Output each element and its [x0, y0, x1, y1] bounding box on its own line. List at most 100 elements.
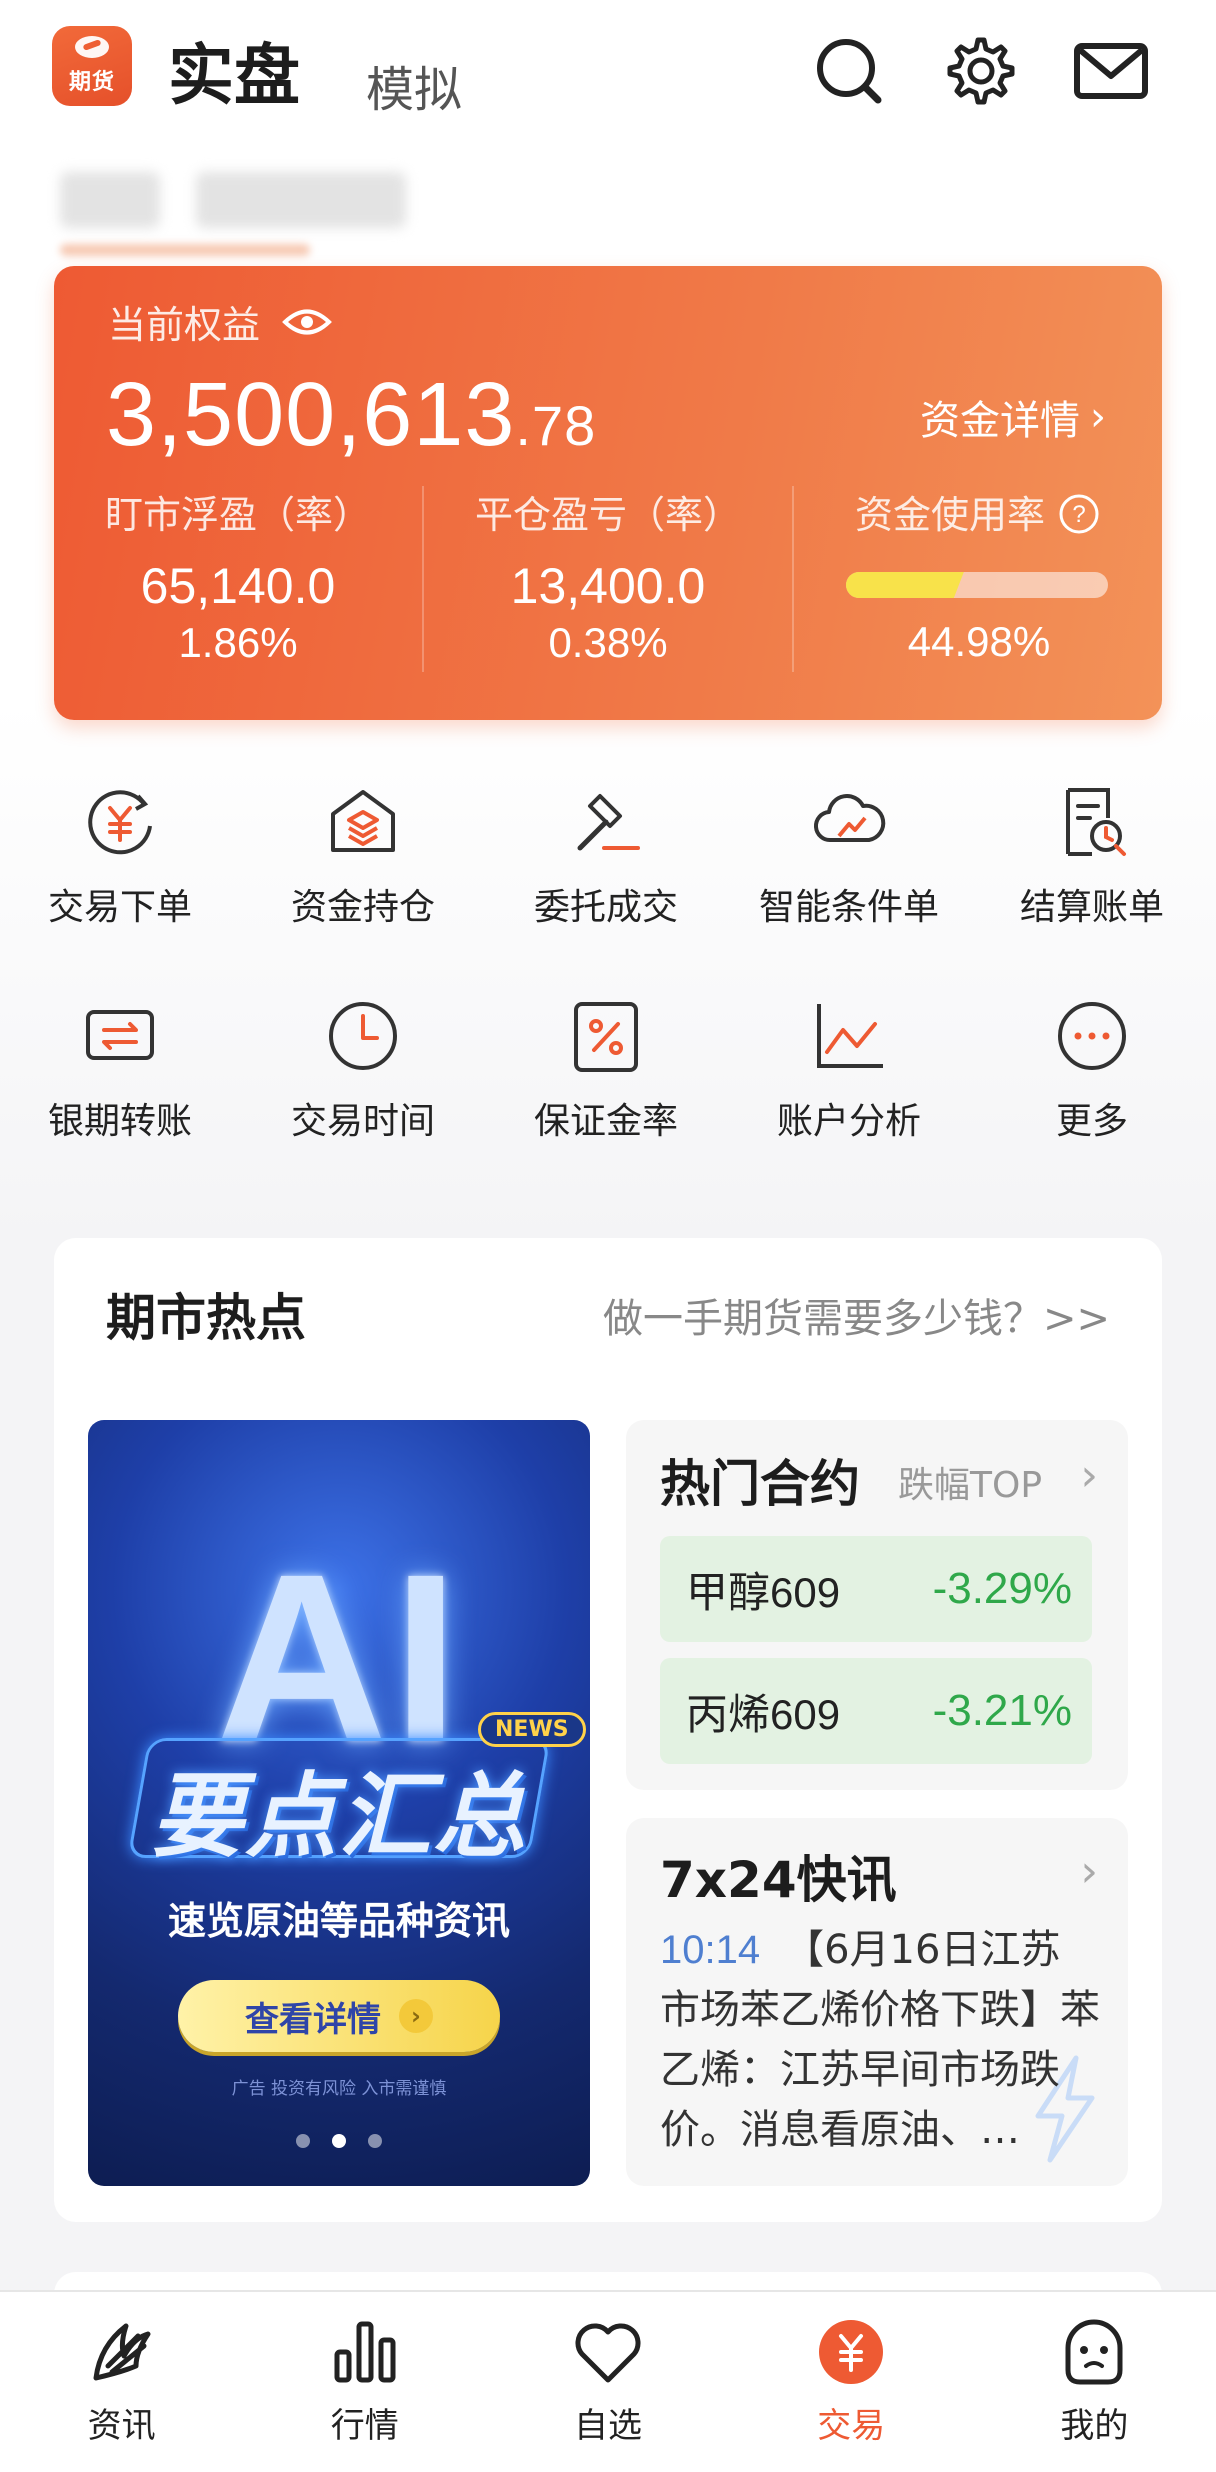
hotspot-title: 期市热点: [106, 1289, 306, 1347]
metric-rate: 0.38%: [548, 619, 668, 666]
hot-contracts-title: 热门合约: [660, 1455, 860, 1513]
metric-value: 65,140.0: [140, 558, 336, 614]
view-details-label: 查看详情: [245, 1999, 381, 2040]
equity-value: 3,500,613.78: [106, 364, 596, 467]
face-icon: [1065, 2319, 1123, 2385]
shortcut-label: 交易下单: [47, 887, 192, 928]
contract-row[interactable]: 甲醇609 -3.29%: [660, 1536, 1092, 1642]
app-logo: 期货: [52, 26, 132, 106]
heart-icon: [575, 2323, 641, 2383]
bottom-nav: 资讯 行情 自选 交易 我的: [0, 2290, 1216, 2472]
bill-search-icon: [1066, 788, 1126, 856]
banner-heading: 要点汇总: [150, 1763, 527, 1870]
shortcut-place-order[interactable]: 交易下单: [10, 782, 230, 930]
account-underline: [60, 244, 310, 256]
more-icon: [1058, 1002, 1126, 1070]
hot-contracts-subtitle: 跌幅TOP: [898, 1465, 1043, 1506]
news-icon: [93, 2323, 151, 2381]
gear-icon[interactable]: [942, 32, 1020, 110]
flash-news-panel[interactable]: 7x24快讯 › 10:14 【6月16日江苏市场苯乙烯价格下跌】苯乙烯：江苏早间…: [626, 1818, 1128, 2186]
metric-rate: 1.86%: [178, 619, 298, 666]
account-id-blurred: [60, 172, 160, 228]
contract-name: 丙烯609: [686, 1690, 841, 1738]
view-details-button[interactable]: 查看详情 ›: [178, 1980, 500, 2052]
cloud-chart-icon: [813, 794, 886, 843]
shortcut-smart-condition[interactable]: 智能条件单: [739, 782, 959, 930]
contract-change: -3.21%: [932, 1686, 1072, 1735]
nav-profile[interactable]: 我的: [973, 2292, 1216, 2472]
shortcut-label: 交易时间: [290, 1101, 435, 1142]
banner-subtitle: 速览原油等品种资讯: [167, 1899, 510, 1943]
eye-icon[interactable]: [282, 305, 332, 339]
fund-details-label: 资金详情: [920, 398, 1080, 444]
shortcut-label: 更多: [1055, 1101, 1128, 1142]
fund-usage-value: 44.98%: [907, 618, 1051, 665]
carousel-dot[interactable]: [296, 2134, 310, 2148]
shortcut-bank-transfer[interactable]: 银期转账: [10, 996, 230, 1144]
nav-news[interactable]: 资讯: [0, 2292, 243, 2472]
equity-value-int: 3,500,613: [106, 365, 516, 465]
shortcut-account-analysis[interactable]: 账户分析: [739, 996, 959, 1144]
nav-trade[interactable]: 交易: [730, 2292, 973, 2472]
line-chart-icon: [817, 1004, 883, 1068]
logo-text: 期货: [68, 70, 115, 95]
chevron-right-icon: ›: [1090, 394, 1106, 440]
fund-usage-fill: [846, 572, 964, 598]
metric-title: 资金使用率: [854, 493, 1045, 537]
metric-fund-usage: 资金使用率 ?: [794, 484, 1162, 539]
nav-label: 交易: [817, 2406, 886, 2446]
carousel-dot-active[interactable]: [332, 2134, 346, 2148]
nav-watchlist[interactable]: 自选: [486, 2292, 729, 2472]
equity-label: 当前权益: [108, 303, 261, 347]
bar-chart-icon: [334, 2321, 396, 2383]
promo-banner[interactable]: AI 要点汇总 NEWS 速览原油等品种资讯 查看详情 › 广告 投资有风险 入…: [88, 1420, 590, 2186]
clock-icon: [329, 1002, 397, 1070]
layers-house-icon: [331, 790, 395, 852]
shortcut-label: 智能条件单: [758, 887, 939, 928]
shortcut-margin-rate[interactable]: 保证金率: [496, 996, 716, 1144]
metric-title: 盯市浮盈（率）: [104, 493, 371, 537]
hotspot-faq-link[interactable]: 做一手期货需要多少钱？>>: [603, 1286, 1110, 1344]
contract-row[interactable]: 丙烯609 -3.21%: [660, 1658, 1092, 1764]
tab-simulated-trading[interactable]: 模拟: [366, 50, 462, 120]
usage-title-row: 资金使用率 ?: [794, 484, 1162, 539]
hot-contracts-panel[interactable]: 热门合约 跌幅TOP › 甲醇609 -3.29% 丙烯609 -3.21%: [626, 1420, 1128, 1790]
carousel-dots: [88, 2134, 590, 2148]
shortcut-label: 账户分析: [776, 1101, 921, 1142]
tab-real-trading[interactable]: 实盘: [168, 22, 300, 118]
carousel-dot[interactable]: [368, 2134, 382, 2148]
shortcut-funds-positions[interactable]: 资金持仓: [253, 782, 473, 930]
nav-label: 我的: [1060, 2406, 1129, 2446]
risk-disclaimer: 广告 投资有风险 入市需谨慎: [231, 2079, 447, 2099]
yuan-coin-icon: [819, 2320, 884, 2384]
nav-label: 资讯: [87, 2406, 156, 2446]
metric-value: 13,400.0: [510, 558, 706, 614]
contract-change: -3.29%: [932, 1564, 1072, 1613]
equity-value-dec: .78: [515, 394, 597, 457]
shortcut-more[interactable]: 更多: [982, 996, 1202, 1144]
shortcut-orders-fills[interactable]: 委托成交: [496, 782, 716, 930]
nav-market[interactable]: 行情: [243, 2292, 486, 2472]
shortcut-label: 资金持仓: [290, 887, 435, 928]
shortcut-trading-hours[interactable]: 交易时间: [253, 996, 473, 1144]
metric-floating-pnl: 盯市浮盈（率） 65,140.0 1.86%: [54, 484, 422, 667]
search-icon[interactable]: [812, 32, 890, 110]
chevron-right-icon: ›: [1080, 1450, 1098, 1501]
flash-news-title: 7x24快讯: [660, 1851, 897, 1909]
shortcut-label: 银期转账: [47, 1101, 192, 1142]
contract-name: 甲醇609: [686, 1568, 841, 1616]
percent-icon: [574, 1002, 638, 1072]
metric-closed-pnl: 平仓盈亏（率） 13,400.0 0.38%: [424, 484, 792, 667]
card-transfer-icon: [86, 1010, 154, 1060]
news-badge: NEWS: [478, 1712, 586, 1747]
shortcut-settlement-bill[interactable]: 结算账单: [982, 782, 1202, 930]
help-icon[interactable]: ?: [1057, 492, 1101, 536]
flash-news-time: 10:14: [660, 1928, 761, 1972]
mail-icon[interactable]: [1072, 32, 1150, 110]
fund-details-link[interactable]: 资金详情 ›: [920, 388, 1106, 446]
metric-title: 平仓盈亏（率）: [474, 493, 741, 537]
shortcut-label: 保证金率: [533, 1101, 678, 1142]
equity-card: 当前权益 3,500,613.78 资金详情 › 盯市浮盈（率） 65,140.…: [54, 266, 1162, 720]
flash-news-body: 10:14 【6月16日江苏市场苯乙烯价格下跌】苯乙烯：江苏早间市场跌价。消息看原…: [660, 1920, 1100, 2160]
svg-text:?: ?: [1072, 501, 1085, 528]
